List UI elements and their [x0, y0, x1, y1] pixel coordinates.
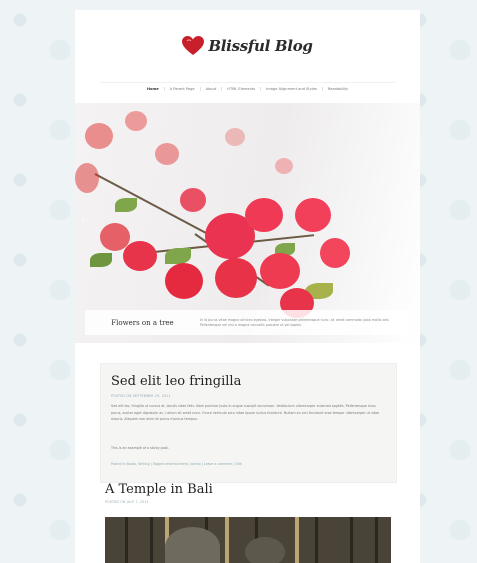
temple-featured-image[interactable]	[105, 517, 391, 563]
post-sticky-note: This is an example of a sticky post.	[111, 446, 169, 450]
slider-next-arrow[interactable]: ›	[409, 215, 412, 224]
slider-prev-arrow[interactable]: ‹	[81, 215, 84, 224]
caption-text: In id purus vitae magna ultrices egestas…	[200, 317, 390, 327]
nav-item-html-elements[interactable]: HTML Elements	[222, 87, 262, 91]
nav-item-parent-page[interactable]: A Parent Page	[165, 87, 201, 91]
nav-item-readability[interactable]: Readability	[323, 87, 353, 91]
site-title: Blissful Blog	[208, 37, 313, 55]
sticky-post-card: Sed elit leo fringilla POSTED ON SEPTEMB…	[100, 363, 397, 483]
caption-title: Flowers on a tree	[111, 318, 174, 327]
main-navigation: Home A Parent Page About HTML Elements I…	[100, 82, 395, 95]
slider-caption: Flowers on a tree In id purus vitae magn…	[85, 310, 410, 335]
post-date[interactable]: POSTED ON JULY 7, 2011	[105, 500, 149, 504]
post-title[interactable]: A Temple in Bali	[105, 482, 213, 497]
site-logo[interactable]: Blissful Blog	[75, 32, 420, 60]
featured-slider[interactable]: ‹ › Flowers on a tree In id purus vitae …	[75, 103, 420, 343]
nav-item-home[interactable]: Home	[142, 87, 165, 91]
slider-image	[75, 103, 420, 343]
heart-icon	[182, 36, 205, 56]
post-date[interactable]: POSTED ON SEPTEMBER 29, 2011	[111, 394, 171, 398]
post-footer-links[interactable]: Posted in Books, Writing | Tagged entert…	[111, 462, 242, 466]
nav-item-image-alignment[interactable]: Image Alignment and Styles	[261, 87, 323, 91]
post-excerpt: Sed elit leo, fringilla ut cursus at, ia…	[111, 404, 380, 421]
post-title[interactable]: Sed elit leo fringilla	[111, 374, 241, 389]
nav-item-about[interactable]: About	[201, 87, 223, 91]
